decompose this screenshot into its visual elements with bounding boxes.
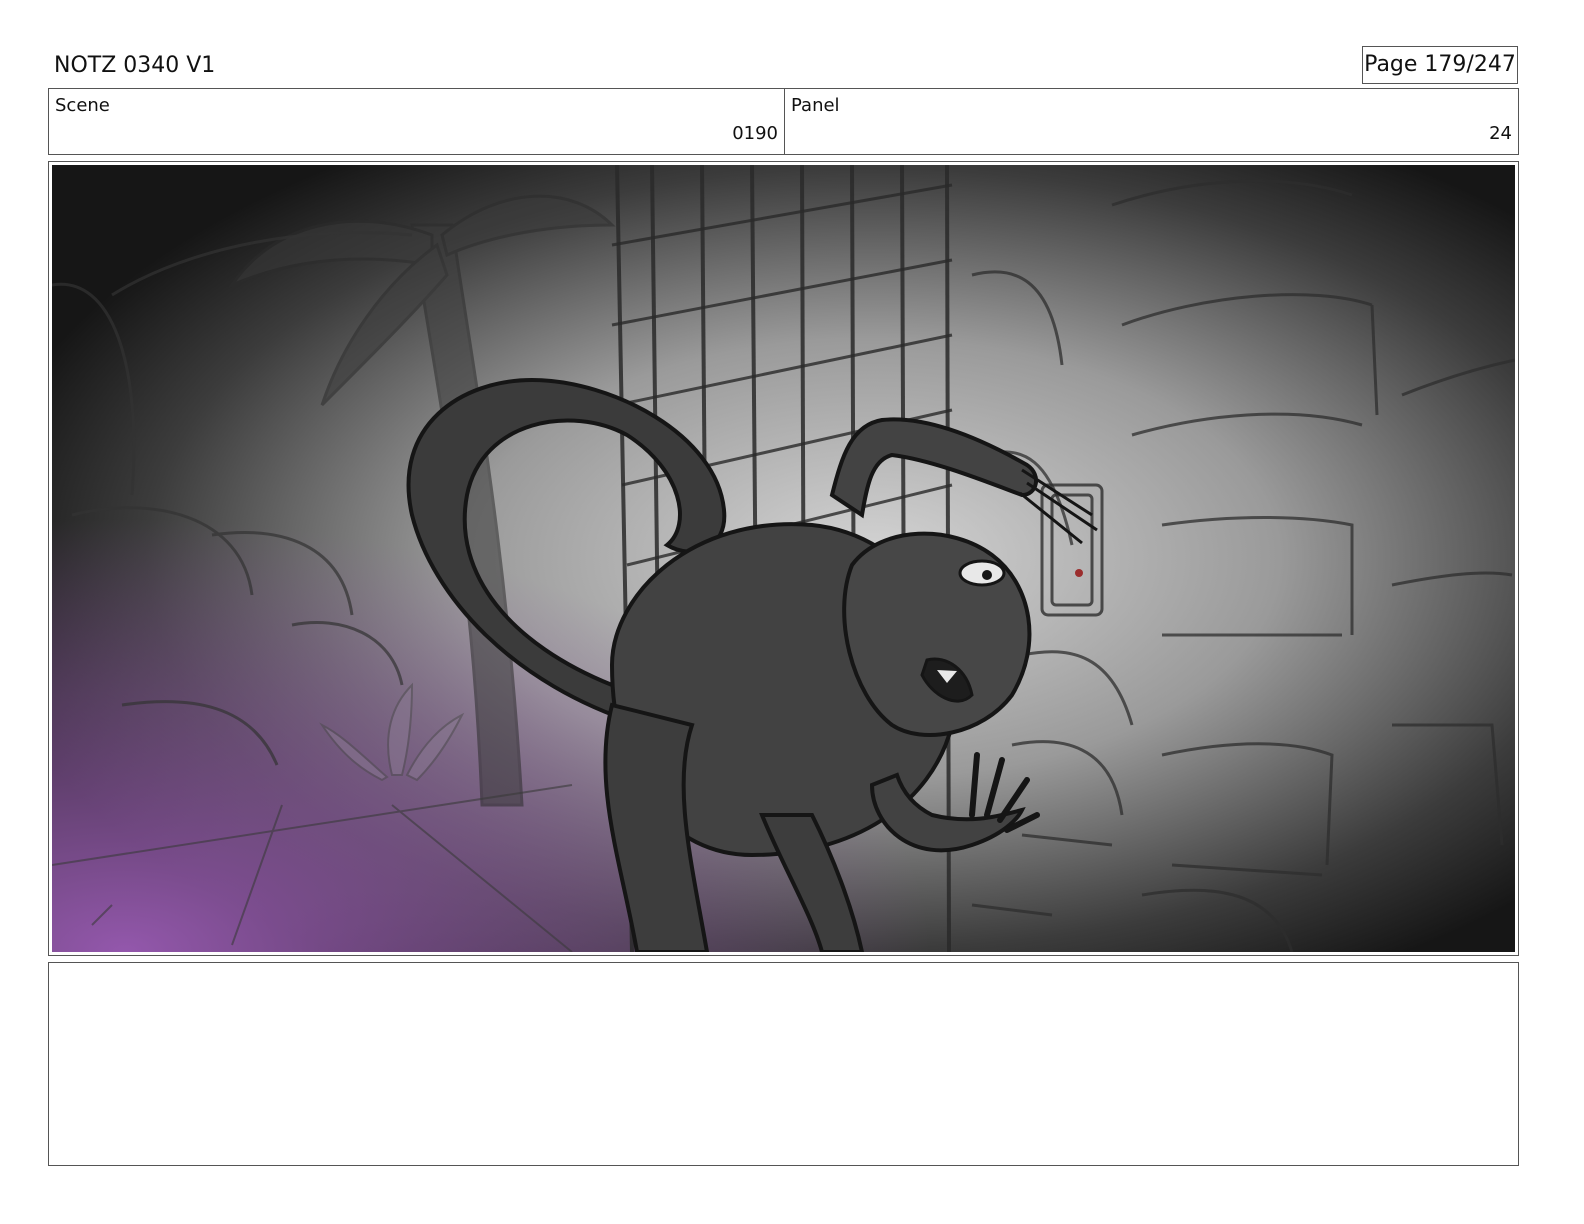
panel-cell: Panel 24 [785,89,1518,154]
scene-panel-info-row: Scene 0190 Panel 24 [48,88,1519,155]
panel-label: Panel [791,95,840,116]
panel-notes-text [49,963,1518,979]
storyboard-page: NOTZ 0340 V1 Page 179/247 Scene 0190 Pan… [0,0,1584,1224]
page-number-badge: Page 179/247 [1362,46,1518,84]
scene-cell: Scene 0190 [49,89,785,154]
sketch-illustration [52,165,1515,952]
red-button-dot [1075,569,1083,577]
scene-number: 0190 [732,123,778,144]
storyboard-frame-image [52,165,1515,952]
document-title: NOTZ 0340 V1 [54,53,216,78]
panel-number: 24 [1489,123,1512,144]
scene-label: Scene [55,95,110,116]
panel-notes-box [48,962,1519,1166]
